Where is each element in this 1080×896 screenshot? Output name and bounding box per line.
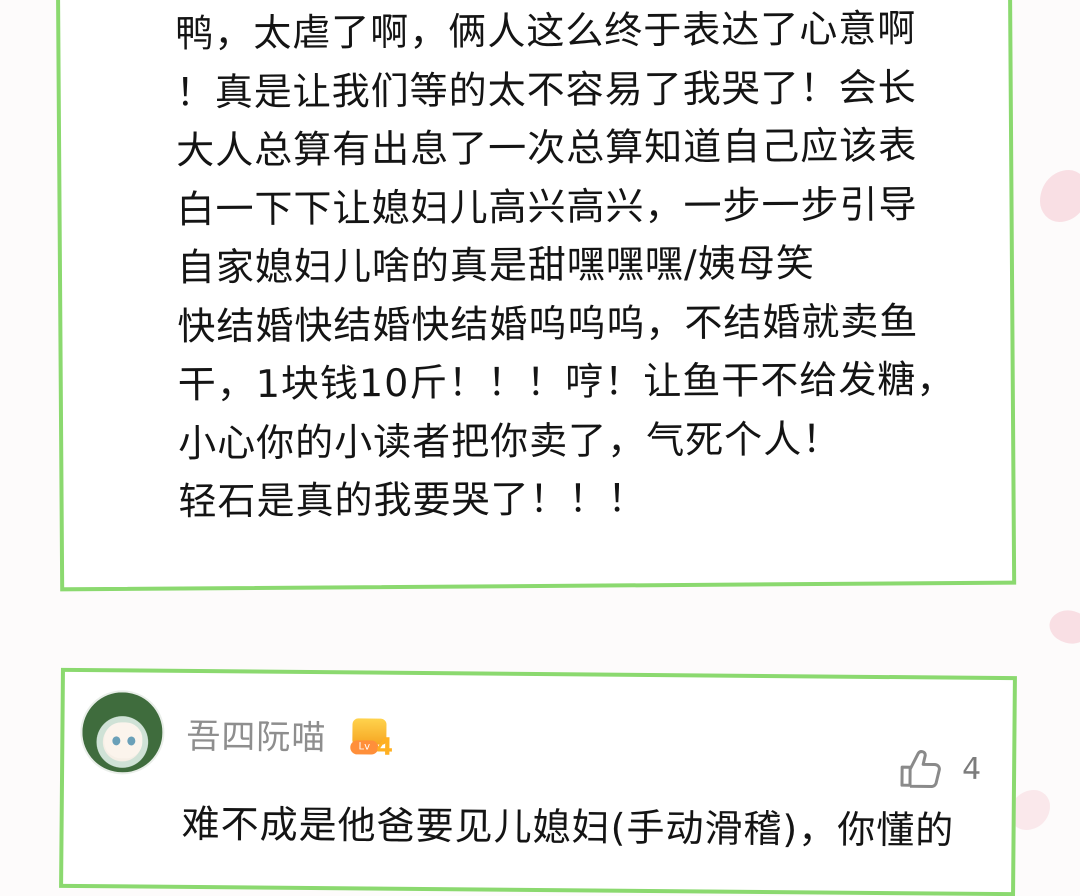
comment-line: 小心你的小读者把你卖了，气死个人！ bbox=[178, 416, 842, 466]
avatar-eye bbox=[112, 736, 121, 746]
avatar-eye bbox=[127, 736, 136, 746]
comment-line: 大人总算有出息了一次总算知道自己应该表 bbox=[175, 123, 918, 173]
comment-line: 自家媳妇儿啥的真是甜嘿嘿嘿/姨母笑 bbox=[176, 241, 815, 290]
comment-text: 难不成是他爸要见儿媳妇(手动滑稽)，你懂的 bbox=[181, 801, 955, 853]
comment-card: 吾四阮喵 Lv 4 4 难不成是他爸要见儿媳妇(手动滑稽)，你懂的 bbox=[59, 667, 1017, 896]
comment-card: 鸭，太虐了啊，俩人这么终于表达了心意啊 ！真是让我们等的太不容易了我哭了！会长 … bbox=[55, 0, 1017, 592]
avatar-face bbox=[104, 722, 143, 759]
like-count: 4 bbox=[961, 751, 982, 787]
decor-petal bbox=[1040, 170, 1080, 222]
avatar[interactable] bbox=[80, 690, 165, 775]
username[interactable]: 吾四阮喵 bbox=[186, 709, 326, 759]
comment-text: 鸭，太虐了啊，俩人这么终于表达了心意啊 ！真是让我们等的太不容易了我哭了！会长 … bbox=[175, 0, 999, 531]
level-number: 4 bbox=[376, 732, 394, 761]
comment-line: 鸭，太虐了啊，俩人这么终于表达了心意啊 bbox=[175, 6, 917, 56]
comment-line: ！真是让我们等的太不容易了我哭了！会长 bbox=[175, 64, 917, 115]
comment-line: 快结婚快结婚快结婚呜呜呜，不结婚就卖鱼 bbox=[177, 298, 919, 349]
comment-line: 轻石是真的我要哭了！！！ bbox=[178, 476, 647, 524]
level-label: Lv bbox=[350, 740, 379, 755]
thumbs-up-icon[interactable] bbox=[898, 747, 942, 789]
comment-line: 干，1块钱10斤！！！哼！让鱼干不给发糖， bbox=[177, 357, 956, 407]
comment-line: 白一下下让媳妇儿高兴高兴，一步一步引导 bbox=[176, 181, 918, 232]
level-badge: Lv 4 bbox=[350, 718, 394, 761]
decor-petal bbox=[1043, 601, 1080, 653]
decor-petal bbox=[1010, 790, 1050, 830]
